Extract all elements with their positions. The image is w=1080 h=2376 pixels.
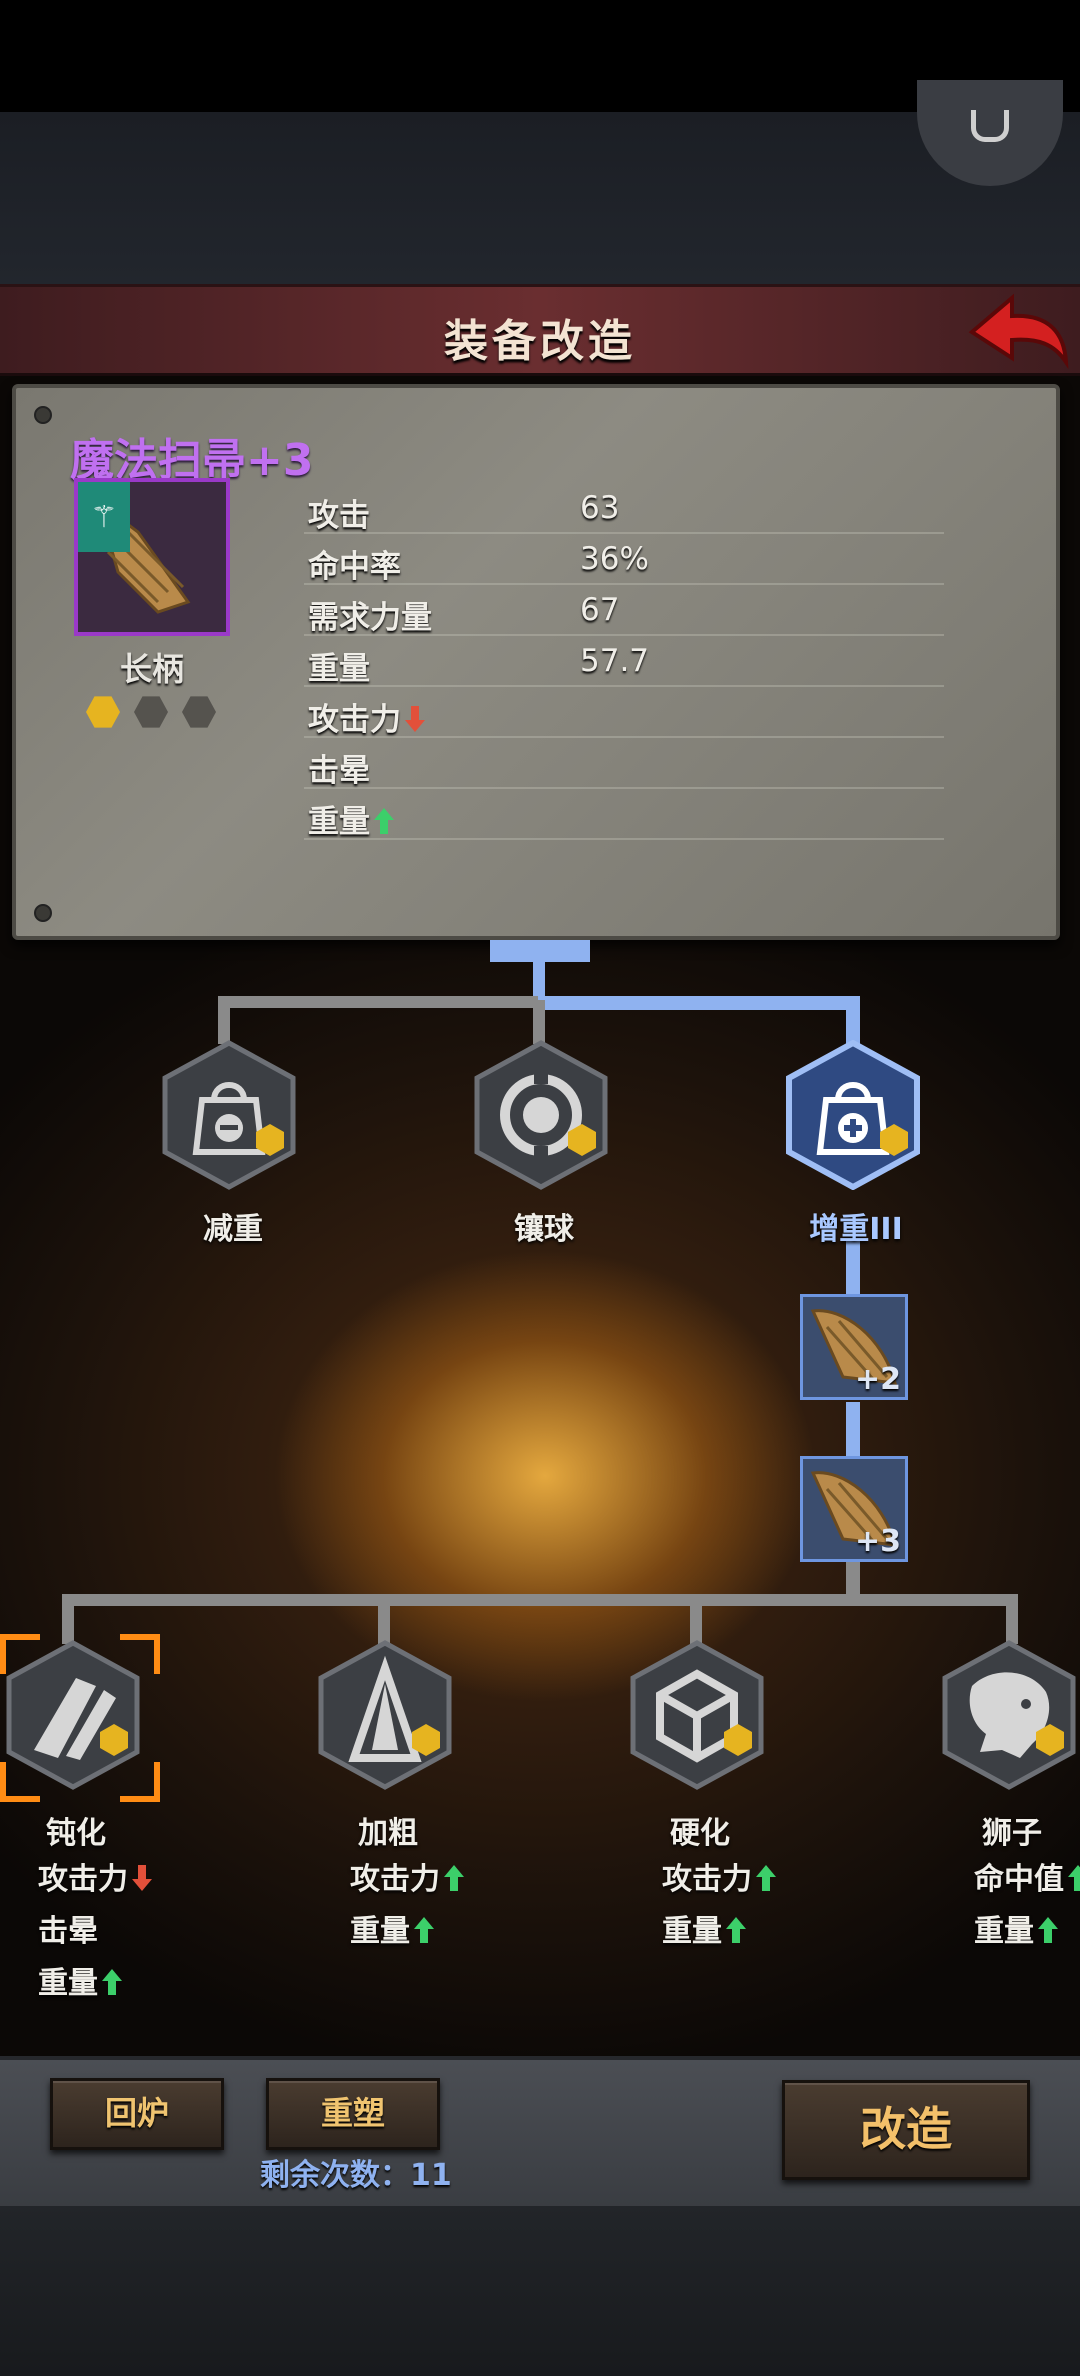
arrow-down-icon [405, 706, 425, 732]
selection-bracket [0, 1634, 40, 1674]
upgrade-level: +3 [854, 1524, 901, 1559]
thick-spike-icon[interactable] [318, 1640, 452, 1790]
upgrade-slot[interactable]: +2 [800, 1294, 908, 1400]
item-broom-icon: ⚚ [74, 478, 230, 636]
arrow-up-icon [374, 808, 394, 834]
stat-label: 重量 [308, 651, 370, 687]
svg-text:⚚: ⚚ [91, 500, 118, 535]
bag-minus-icon[interactable] [162, 1040, 296, 1190]
title-banner: 装备改造 [0, 284, 1080, 376]
tree-connector [218, 1000, 230, 1044]
bottom-spacer [0, 2206, 1080, 2376]
tree-connector [846, 1240, 860, 1298]
top-strip [0, 112, 1080, 284]
selection-bracket [0, 1762, 40, 1802]
tree-connector [690, 1594, 702, 1644]
modifier-row: 攻击力 [304, 688, 944, 738]
back-arrow-icon[interactable] [966, 292, 1070, 372]
tree-connector [62, 1594, 1018, 1606]
stat-row: 攻击 63 [304, 484, 944, 534]
tree-connector [538, 996, 860, 1010]
node-label: 钝化 [46, 1816, 106, 1851]
arrow-up-icon [756, 1865, 776, 1891]
socket-ring-icon[interactable] [474, 1040, 608, 1190]
tree-connector [378, 1594, 390, 1644]
tree-connector [218, 996, 538, 1008]
node-label: 硬化 [670, 1816, 730, 1851]
arrow-up-icon [1068, 1865, 1080, 1891]
node-label: 增重III [809, 1212, 903, 1247]
tree-connector [533, 1000, 545, 1044]
effect-label: 重量 [662, 1906, 748, 1950]
arrow-up-icon [726, 1917, 746, 1943]
smelt-button[interactable]: 回炉 [50, 2078, 224, 2150]
bag-plus-icon[interactable] [786, 1040, 920, 1190]
stat-row: 重量 57.7 [304, 637, 944, 687]
arrow-down-icon [132, 1865, 152, 1891]
arrow-up-icon [102, 1969, 122, 1995]
arrow-up-icon [1038, 1917, 1058, 1943]
modifier-row: 击晕 [304, 739, 944, 789]
arrow-up-icon [444, 1865, 464, 1891]
selection-bracket [120, 1634, 160, 1674]
tree-connector [846, 1402, 860, 1456]
effect-label: 攻击力 [350, 1854, 466, 1898]
arrow-up-icon [414, 1917, 434, 1943]
stat-value: 63 [580, 490, 620, 526]
stat-value: 57.7 [580, 643, 650, 679]
reforge-button[interactable]: 重塑 [266, 2078, 440, 2150]
modifier-label: 重量 [308, 796, 396, 841]
upgrade-slot[interactable]: +3 [800, 1456, 908, 1562]
stat-row: 命中率 36% [304, 535, 944, 585]
stat-value: 67 [580, 592, 620, 628]
effect-label: 重量 [350, 1906, 436, 1950]
node-label: 狮子 [982, 1816, 1042, 1851]
stat-label: 需求力量 [308, 600, 432, 636]
node-label: 减重 [203, 1212, 263, 1247]
tree-connector [846, 1000, 860, 1044]
item-type: 长柄 [119, 650, 184, 688]
modifier-label: 攻击力 [308, 694, 427, 739]
remaining-count: 剩余次数：11 [260, 2158, 452, 2193]
modifier-label: 击晕 [308, 753, 370, 789]
tree-connector [1006, 1594, 1018, 1644]
modifier-row: 重量 [304, 790, 944, 840]
lion-head-icon[interactable] [942, 1640, 1076, 1790]
stat-row: 需求力量 67 [304, 586, 944, 636]
upgrade-level: +2 [854, 1362, 901, 1397]
effect-label: 攻击力 [662, 1854, 778, 1898]
stat-label: 命中率 [308, 549, 401, 585]
effect-label: 命中值 [974, 1854, 1080, 1898]
cube-icon[interactable] [630, 1640, 764, 1790]
modify-button[interactable]: 改造 [782, 2080, 1030, 2180]
stat-label: 攻击 [308, 498, 370, 534]
effect-label: 攻击力 [38, 1854, 154, 1898]
node-label: 镶球 [514, 1212, 574, 1247]
effect-label: 重量 [38, 1958, 124, 2002]
tree-connector [62, 1594, 74, 1644]
stat-value: 36% [580, 541, 649, 577]
node-label: 加粗 [358, 1816, 418, 1851]
effect-label: 击晕 [38, 1914, 98, 1949]
effect-label: 重量 [974, 1906, 1060, 1950]
page-title: 装备改造 [444, 316, 636, 367]
selection-bracket [120, 1762, 160, 1802]
